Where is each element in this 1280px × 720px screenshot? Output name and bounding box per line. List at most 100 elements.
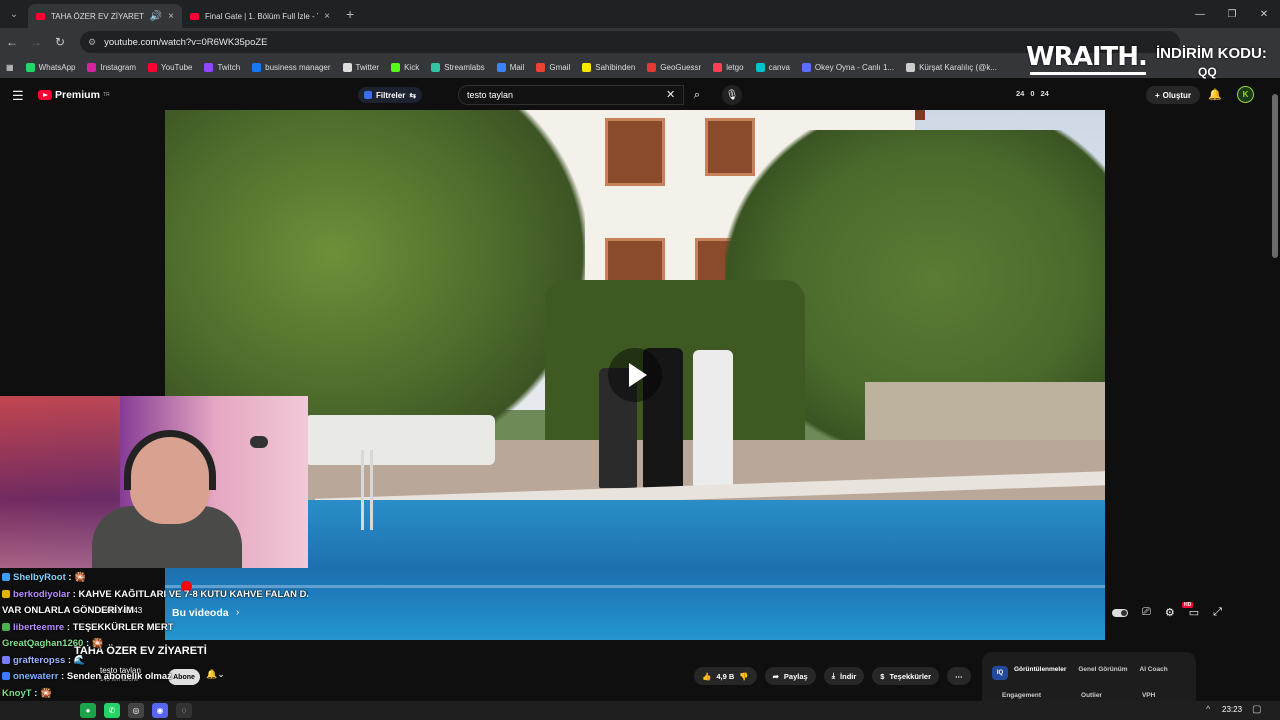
mic-icon[interactable]: 🎙 [722, 85, 742, 105]
youtube-logo[interactable]: Premium TR [38, 89, 110, 101]
bookmark-icon [906, 62, 916, 72]
restore-icon[interactable]: ❐ [1216, 0, 1248, 28]
bookmark-label: Instagram [100, 62, 137, 72]
bookmark-label: Twitter [355, 62, 380, 72]
analytics-tab[interactable]: Görüntülenmeler [1014, 666, 1066, 673]
tab-inactive[interactable]: Final Gate | 1. Bölüm Full İzle - Y × [182, 4, 338, 28]
bookmark-item[interactable]: Instagram [87, 62, 137, 72]
chat-username: KnoyT [2, 687, 32, 699]
bookmark-item[interactable]: Sahibinden [582, 62, 635, 72]
bookmark-item[interactable]: GeoGuessr [647, 62, 701, 72]
scrollbar[interactable] [1272, 94, 1278, 258]
menu-icon[interactable]: ☰ [12, 88, 24, 104]
bookmark-item[interactable]: business manager [252, 62, 331, 72]
close-tab-icon[interactable]: × [168, 11, 174, 22]
create-button[interactable]: + Oluştur [1146, 86, 1200, 104]
share-icon: ➦ [772, 671, 779, 681]
bookmark-icon [713, 62, 723, 72]
bookmark-item[interactable]: Gmail [536, 62, 570, 72]
youtube-favicon-icon [190, 12, 199, 20]
analytics-tab[interactable]: Genel Görünüm [1078, 666, 1127, 673]
back-icon[interactable]: ← [0, 28, 24, 56]
bookmark-icon [391, 62, 401, 72]
like-button[interactable]: 👍 4,9 B 👎 [694, 667, 757, 685]
bookmark-item[interactable]: letgo [713, 62, 744, 72]
whatsapp-icon[interactable]: ✆ [104, 703, 120, 718]
play-overlay-icon[interactable] [608, 348, 662, 402]
bookmark-item[interactable]: Kick [391, 62, 420, 72]
bookmark-item[interactable]: Streamlabs [431, 62, 485, 72]
forward-icon[interactable]: → [24, 28, 48, 56]
close-window-icon[interactable]: ✕ [1248, 0, 1280, 28]
clock[interactable]: 23:23 [1222, 705, 1242, 714]
bookmark-item[interactable]: canva [755, 62, 790, 72]
thumbs-down-icon[interactable]: 👎 [739, 672, 748, 681]
bookmark-item[interactable]: Kürşat Karalılıç (@k... [906, 62, 997, 72]
tab-title: Final Gate | 1. Bölüm Full İzle - Y [205, 11, 319, 21]
close-tab-icon[interactable]: × [324, 11, 330, 22]
site-info-icon[interactable]: ⚙ [88, 37, 96, 48]
search-icon[interactable]: ⌕ [684, 85, 710, 105]
bookmark-item[interactable]: YouTube [148, 62, 192, 72]
tab-title: TAHA ÖZER EV ZİYARETİ - Y [51, 11, 144, 21]
avatar[interactable]: K [1237, 86, 1254, 103]
more-actions-button[interactable]: ⋯ [947, 667, 971, 685]
bookmark-item[interactable]: Okey Oyna - Canlı 1... [801, 62, 894, 72]
bookmark-icon [582, 62, 592, 72]
speaker-icon[interactable]: 🔊 [150, 11, 162, 22]
analytics-tab[interactable]: AI Coach [1140, 666, 1168, 673]
chat-text: 🎇 [91, 638, 104, 649]
clear-search-icon[interactable]: ✕ [666, 88, 675, 101]
tab-search-icon[interactable]: ⌄ [0, 0, 28, 28]
tab-active[interactable]: TAHA ÖZER EV ZİYARETİ - Y 🔊 × [28, 4, 182, 28]
bookmark-icon [801, 62, 811, 72]
analytics-column: Outlier [1081, 692, 1102, 699]
fullscreen-icon[interactable]: ⤢ [1213, 606, 1222, 619]
autoplay-toggle[interactable] [1112, 608, 1128, 617]
subtitles-icon[interactable]: ⎚ [1142, 606, 1151, 619]
chat-username: GreatQaghan1260 [2, 638, 84, 649]
youtube-favicon-icon [36, 12, 45, 20]
chat-separator: : [64, 621, 73, 633]
spotify-icon[interactable]: ● [80, 703, 96, 718]
window-controls: — ❐ ✕ [1184, 0, 1280, 28]
filters-label: Filtreler [376, 90, 406, 100]
create-label: Oluştur [1162, 90, 1192, 100]
stream-chat-overlay: ShelbyRoot : 🎇 berkodiyolar : KAHVE KAĞIT… [2, 570, 308, 719]
bell-icon[interactable]: 🔔 [1208, 88, 1222, 101]
webcam-overlay [0, 396, 308, 568]
bookmark-icon [342, 62, 352, 72]
discord-icon[interactable]: ◉ [152, 703, 168, 718]
chat-text: 🎇 [74, 572, 87, 583]
obs-icon[interactable]: ◌ [176, 703, 192, 718]
notification-icon[interactable]: ▢ [1252, 704, 1261, 715]
address-bar[interactable]: ⚙ youtube.com/watch?v=0R6WK35poZE [80, 31, 1180, 53]
download-button[interactable]: ⤓ İndir [823, 667, 865, 685]
search-input[interactable]: testo taylan [458, 85, 684, 105]
bookmark-icon [647, 62, 657, 72]
analytics-logo-icon: IQ [992, 666, 1008, 680]
settings-icon[interactable]: ⚙ [1165, 606, 1175, 619]
minimize-icon[interactable]: — [1184, 0, 1216, 28]
reload-icon[interactable]: ↻ [48, 28, 72, 56]
download-icon: ⤓ [831, 671, 836, 680]
extension-stats: 24 0 24 [1016, 89, 1049, 98]
bookmark-label: Kürşat Karalılıç (@k... [919, 62, 997, 72]
chrome-icon[interactable]: ◎ [128, 703, 144, 718]
bookmark-label: letgo [726, 62, 744, 72]
apps-icon[interactable]: ▦ [6, 63, 14, 72]
bookmark-label: Mail [509, 62, 525, 72]
share-button[interactable]: ➦ Paylaş [764, 667, 816, 685]
tray-chevron-icon[interactable]: ^ [1206, 704, 1210, 714]
chat-separator: : [65, 654, 74, 666]
new-tab-icon[interactable]: + [346, 6, 354, 22]
bookmark-item[interactable]: WhatsApp [25, 62, 75, 72]
bookmark-item[interactable]: Mail [496, 62, 525, 72]
bookmark-item[interactable]: Twitch [204, 62, 240, 72]
bookmark-label: Kick [404, 62, 420, 72]
thanks-button[interactable]: $ Teşekkürler [872, 667, 940, 685]
chat-message: berkodiyolar : KAHVE KAĞITLARI VE 7-8 KU… [2, 587, 308, 604]
bookmark-item[interactable]: Twitter [342, 62, 380, 72]
logo-text: Premium [55, 89, 100, 101]
filters-button[interactable]: Filtreler ⇆ [358, 87, 423, 103]
